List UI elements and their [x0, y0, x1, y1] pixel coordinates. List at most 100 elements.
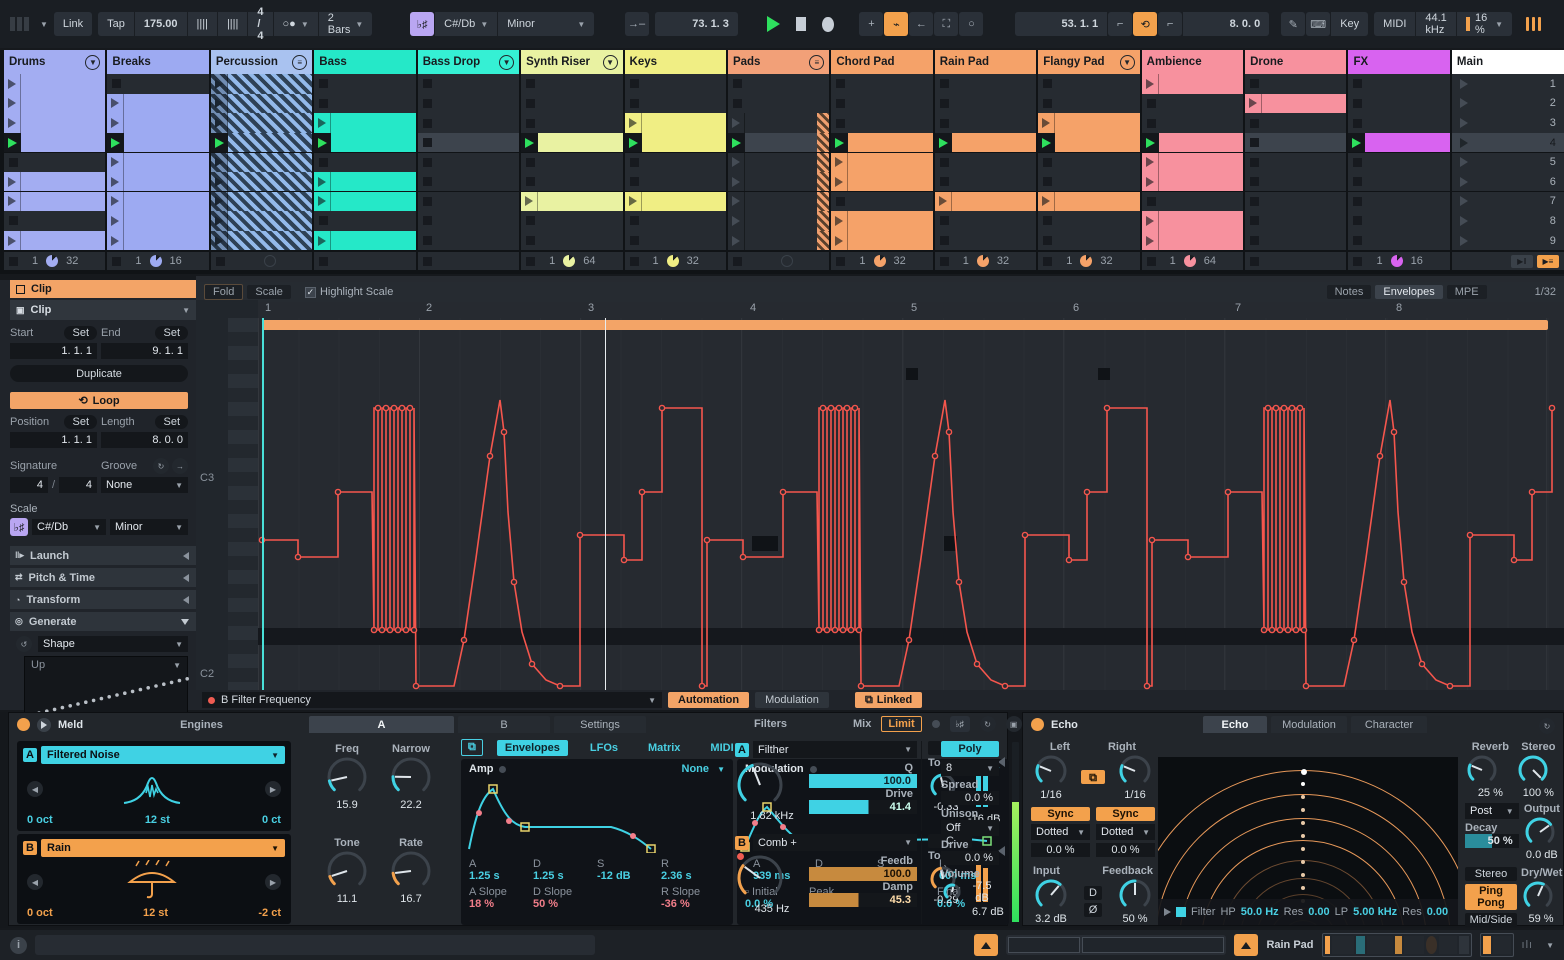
clip-slot[interactable] — [727, 93, 830, 114]
echo-left-value[interactable]: 1/16 — [1033, 789, 1069, 801]
shape-type-menu[interactable]: Up — [31, 659, 45, 671]
scale-fold-button[interactable]: Scale — [247, 285, 291, 299]
clip-slot[interactable] — [934, 191, 1037, 212]
echo-lp-freq[interactable]: 5.00 kHz — [1353, 906, 1397, 918]
clip-slot[interactable] — [417, 74, 520, 94]
clip-slot[interactable] — [4, 152, 106, 172]
automation-tab[interactable]: Automation — [668, 692, 750, 708]
show-device-view-button[interactable] — [1234, 934, 1259, 956]
clip-slot[interactable] — [107, 211, 209, 231]
session-record-icon[interactable]: ○ — [959, 12, 984, 36]
clip-slot[interactable] — [624, 211, 726, 231]
track-fold-icon[interactable]: ▼ — [602, 54, 618, 70]
clip-slot[interactable] — [314, 74, 416, 94]
echo-left-knob[interactable] — [1033, 753, 1069, 789]
narrow-knob-value[interactable]: 22.2 — [389, 799, 433, 811]
modulation-tab[interactable]: Modulation — [755, 692, 829, 708]
session-view-icon[interactable] — [1525, 17, 1541, 31]
show-clip-view-button[interactable] — [974, 934, 999, 956]
filter-a-q[interactable]: 100.0 — [809, 774, 917, 788]
groove-commit-icon[interactable]: ↻ — [153, 458, 169, 474]
reverb-position-menu[interactable]: Post ▼ — [1465, 803, 1519, 819]
filter-b-feedback[interactable]: 100.0 — [809, 867, 917, 881]
clip-panel-header[interactable]: Clip — [10, 280, 196, 298]
track-header-breaks[interactable]: Breaks — [107, 50, 209, 74]
punch-out-icon[interactable]: ⌐ — [1158, 12, 1183, 36]
echo-right-knob[interactable] — [1117, 753, 1153, 789]
clip-slot[interactable] — [314, 132, 416, 153]
clip-slot[interactable] — [210, 93, 313, 114]
clip-slot[interactable] — [831, 152, 933, 172]
clip-slot[interactable] — [210, 113, 313, 133]
clip-stop-button-ambience[interactable]: 1 64 — [1141, 252, 1244, 271]
clip-stop-button-bass[interactable] — [314, 252, 416, 271]
clip-stop-button-drums[interactable]: 1 32 — [4, 252, 106, 271]
clip-slot[interactable] — [1141, 230, 1244, 251]
clip-slot[interactable] — [831, 191, 933, 212]
clip-stop-button-breaks[interactable]: 1 16 — [107, 252, 209, 271]
clip-slot[interactable] — [1245, 74, 1347, 94]
echo-hp-res[interactable]: 0.00 — [1308, 906, 1329, 918]
engine-b-oct[interactable]: 0 oct — [27, 907, 53, 919]
engine-a-menu[interactable]: Filtered Noise ▼ — [41, 746, 285, 764]
output-knob[interactable] — [1523, 815, 1561, 849]
follow-icon[interactable]: →‒ — [624, 12, 649, 36]
amp-env-target-menu[interactable]: None ▼ — [682, 763, 725, 775]
generate-section[interactable]: ◎ Generate — [10, 612, 196, 631]
track-header-fx[interactable]: FX — [1348, 50, 1450, 74]
track-header-drums[interactable]: Drums ▼ — [4, 50, 106, 74]
loop-length-field[interactable]: 8. 0. 0 — [101, 432, 188, 448]
clip-slot[interactable] — [624, 132, 726, 153]
scene-slot[interactable]: 2 — [1451, 93, 1564, 114]
clip-slot[interactable] — [727, 113, 830, 133]
engine-a-prev-icon[interactable]: ◀ — [27, 781, 43, 797]
clip-slot[interactable] — [1141, 172, 1244, 192]
amp-r-slope[interactable]: -36 % — [661, 898, 725, 910]
mix-a-handle-icon[interactable] — [998, 757, 1005, 767]
clip-slot[interactable] — [521, 74, 623, 94]
clip-slot[interactable] — [1245, 230, 1347, 251]
echo-hp-freq[interactable]: 50.0 Hz — [1241, 906, 1279, 918]
clip-slot[interactable] — [831, 172, 933, 192]
grid-value-label[interactable]: 1/32 — [1535, 286, 1556, 298]
clip-slot[interactable] — [1038, 230, 1140, 251]
clip-slot[interactable] — [1245, 172, 1347, 192]
tone-knob[interactable] — [325, 849, 369, 893]
clip-slot[interactable] — [107, 132, 209, 153]
clip-slot[interactable] — [521, 191, 623, 212]
clip-slot[interactable] — [417, 211, 520, 231]
filter-b-type-menu[interactable]: Comb + ▼ — [753, 834, 917, 851]
clip-slot[interactable] — [1348, 230, 1450, 251]
engine-b-next-icon[interactable]: ▶ — [265, 874, 281, 890]
clip-slot[interactable] — [107, 172, 209, 192]
scene-slot[interactable]: 8 — [1451, 211, 1564, 231]
loop-button[interactable]: ⟲ Loop — [10, 392, 188, 409]
loop-icon[interactable]: ⟲ — [1133, 12, 1158, 36]
clip-slot[interactable] — [1038, 113, 1140, 133]
mix-b-handle-icon[interactable] — [998, 846, 1005, 856]
clip-slot[interactable] — [624, 93, 726, 114]
scene-slot[interactable]: 9 — [1451, 230, 1564, 251]
clip-slot[interactable] — [417, 230, 520, 251]
decay-slider[interactable]: 50 % — [1465, 834, 1519, 848]
filter-b-freq[interactable]: 435 Hz — [735, 903, 809, 915]
stop-all-clips-button[interactable]: ▶‖ — [1510, 254, 1533, 268]
clip-end-field[interactable]: 9. 1. 1 — [101, 343, 188, 359]
clip-slot[interactable] — [1141, 74, 1244, 94]
clip-slot[interactable] — [1348, 152, 1450, 172]
launch-section[interactable]: ‖▸ Launch — [10, 546, 196, 565]
fold-button[interactable]: Fold — [204, 284, 244, 300]
clip-slot[interactable] — [4, 132, 106, 153]
env-link-icon[interactable]: ⧉ — [461, 739, 483, 756]
start-set-button[interactable]: Set — [64, 326, 97, 340]
track-header-flangy-pad[interactable]: Flangy Pad ▼ — [1038, 50, 1140, 74]
echo-tab-echo[interactable]: Echo — [1203, 716, 1267, 733]
position-set-button[interactable]: Set — [64, 415, 97, 429]
clip-slot[interactable] — [934, 172, 1037, 192]
echo-feedback-knob[interactable] — [1117, 877, 1153, 913]
clip-stop-button-percussion[interactable] — [210, 252, 313, 271]
clip-slot[interactable] — [624, 113, 726, 133]
clip-slot[interactable] — [1141, 113, 1244, 133]
clip-slot[interactable] — [1348, 191, 1450, 212]
clip-slot[interactable] — [107, 191, 209, 212]
